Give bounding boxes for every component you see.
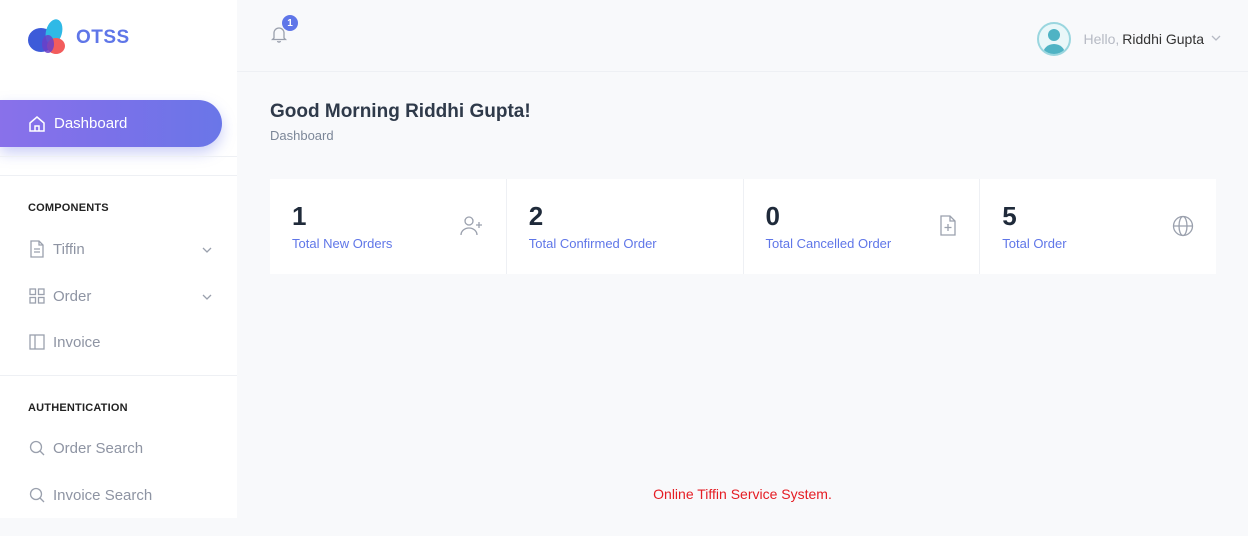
- section-caption-authentication: AUTHENTICATION: [28, 402, 128, 414]
- footer-text: Online Tiffin Service System.: [653, 486, 832, 502]
- sidebar-item-label: Tiffin: [53, 240, 85, 258]
- stat-card-cancelled-orders: 0 Total Cancelled Order: [744, 179, 981, 274]
- sidebar-item-label: Dashboard: [54, 115, 128, 132]
- sidebar-item-dashboard[interactable]: Dashboard: [0, 100, 222, 147]
- logo[interactable]: OTSS: [26, 18, 130, 58]
- chevron-down-icon: [201, 243, 213, 260]
- home-icon: [28, 115, 46, 133]
- sidebar-item-label: Invoice Search: [53, 486, 153, 504]
- grid-icon: [28, 287, 46, 305]
- sidebar-item-label: Order Search: [53, 439, 144, 457]
- hello-label: Hello,: [1083, 31, 1120, 47]
- topbar: 1 Hello, Riddhi Gupta: [237, 0, 1248, 72]
- stat-label: Total New Orders: [292, 236, 393, 251]
- stat-card-new-orders: 1 Total New Orders: [270, 179, 507, 274]
- breadcrumb: Dashboard: [270, 128, 334, 143]
- globe-icon: [1172, 215, 1194, 242]
- sidebar-panel-icon: [28, 333, 46, 351]
- sidebar-item-invoice[interactable]: Invoice: [28, 330, 213, 354]
- section-caption-components: COMPONENTS: [28, 202, 109, 214]
- file-icon: [28, 240, 46, 258]
- stat-label: Total Confirmed Order: [528, 236, 657, 251]
- stat-value: 2: [528, 201, 544, 231]
- divider: [0, 175, 237, 176]
- stat-card-confirmed-orders: 2 Total Confirmed Order: [507, 179, 744, 274]
- sidebar-item-order-search[interactable]: Order Search: [28, 436, 213, 460]
- stats-cards: 1 Total New Orders 2 Total Confirmed Ord…: [270, 179, 1216, 274]
- user-name: Riddhi Gupta: [1122, 31, 1204, 47]
- butterfly-logo-icon: [28, 19, 65, 54]
- file-plus-icon: [939, 215, 957, 242]
- sidebar-item-tiffin[interactable]: Tiffin: [28, 237, 213, 261]
- search-icon: [28, 486, 46, 504]
- logo-text: OTSS: [76, 27, 130, 48]
- stat-value: 1: [292, 201, 307, 231]
- stat-card-total-orders: 5 Total Order: [980, 179, 1216, 274]
- stat-label: Total Cancelled Order: [765, 236, 892, 251]
- sidebar: OTSS Dashboard COMPONENTS Tiffin Order I…: [0, 0, 237, 518]
- chevron-down-icon: [1210, 31, 1222, 47]
- stat-value: 0: [765, 201, 780, 231]
- stat-value: 5: [1002, 201, 1017, 231]
- search-icon: [28, 439, 46, 457]
- sidebar-item-label: Order: [53, 287, 92, 305]
- sidebar-item-order[interactable]: Order: [28, 284, 213, 308]
- sidebar-item-invoice-search[interactable]: Invoice Search: [28, 483, 213, 507]
- notification-badge: 1: [282, 15, 298, 31]
- divider: [0, 375, 237, 376]
- sidebar-item-label: Invoice: [53, 333, 101, 351]
- avatar: [1037, 22, 1072, 56]
- user-menu[interactable]: Hello, Riddhi Gupta: [1037, 22, 1222, 56]
- chevron-down-icon: [201, 290, 213, 307]
- divider: [0, 156, 237, 157]
- user-plus-icon: [460, 215, 484, 242]
- stat-label: Total Order: [1002, 236, 1067, 251]
- page-title: Good Morning Riddhi Gupta!: [270, 101, 531, 122]
